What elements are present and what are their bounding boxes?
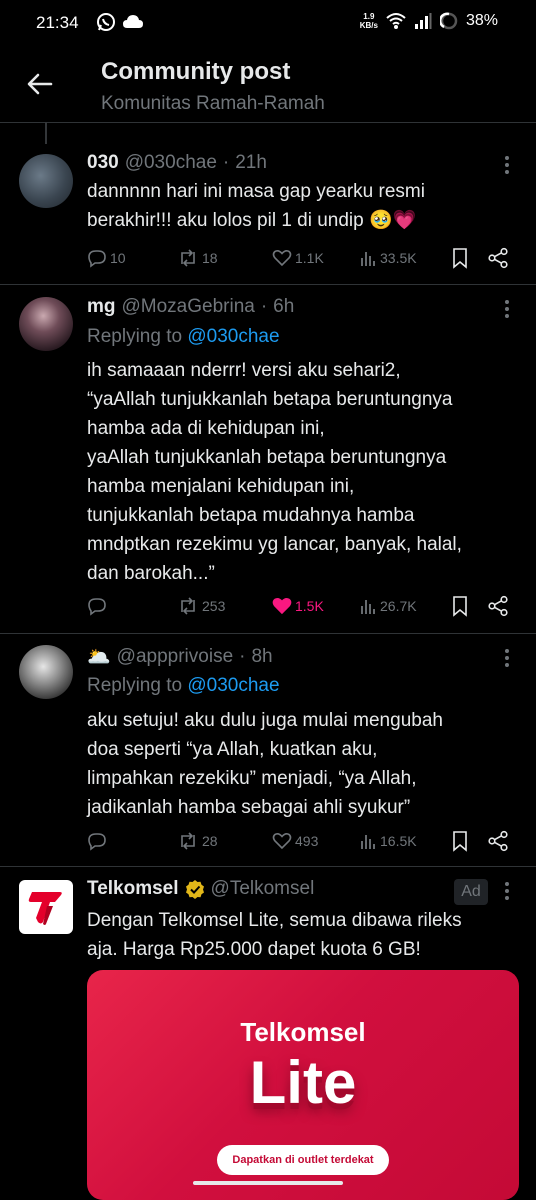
like-button[interactable]: 493 bbox=[272, 829, 318, 853]
like-icon bbox=[272, 833, 292, 850]
author-handle[interactable]: @appprivoise bbox=[117, 646, 233, 668]
post[interactable]: mg @MozaGebrina · 6h Replying to @030cha… bbox=[0, 284, 536, 633]
battery-ring-icon bbox=[439, 12, 458, 30]
post-actions: 10 18 1.1K 33.5K bbox=[87, 246, 517, 270]
like-icon bbox=[272, 598, 292, 615]
repost-icon bbox=[181, 832, 195, 850]
post-text: Dengan Telkomsel Lite, semua dibawa rile… bbox=[87, 910, 462, 960]
ad-media-card[interactable]: Telkomsel Lite Dapatkan di outlet terdek… bbox=[87, 970, 519, 1200]
more-icon[interactable] bbox=[504, 299, 510, 319]
more-icon[interactable] bbox=[504, 155, 510, 175]
author-name[interactable]: Telkomsel bbox=[87, 878, 179, 900]
header-divider bbox=[0, 122, 536, 123]
reply-button[interactable] bbox=[87, 594, 110, 618]
avatar[interactable] bbox=[19, 297, 73, 351]
author-name[interactable]: 030 bbox=[87, 152, 119, 174]
repost-button[interactable]: 253 bbox=[177, 594, 225, 618]
replying-to: Replying to @030chae bbox=[87, 675, 280, 696]
views-button[interactable]: 16.5K bbox=[359, 829, 417, 853]
battery-percent: 38% bbox=[465, 12, 498, 29]
reply-button[interactable] bbox=[87, 829, 110, 853]
post-time[interactable]: 6h bbox=[273, 296, 294, 318]
reply-icon bbox=[88, 833, 106, 851]
mention-link[interactable]: @030chae bbox=[187, 675, 279, 696]
mention-link[interactable]: @030chae bbox=[187, 326, 279, 347]
views-button[interactable]: 26.7K bbox=[359, 594, 417, 618]
network-speed: 1.9 KB/s bbox=[359, 12, 378, 30]
views-button[interactable]: 33.5K bbox=[359, 246, 417, 270]
more-icon[interactable] bbox=[504, 648, 510, 668]
ad-badge: Ad bbox=[454, 879, 488, 905]
more-icon[interactable] bbox=[504, 881, 510, 901]
repost-button[interactable]: 18 bbox=[177, 246, 218, 270]
status-time: 21:34 bbox=[36, 13, 79, 32]
replying-to: Replying to @030chae bbox=[87, 326, 280, 347]
views-icon bbox=[361, 600, 375, 614]
post-text: aku setuju! aku dulu juga mulai mengubah… bbox=[87, 710, 443, 818]
author-name[interactable]: mg bbox=[87, 296, 116, 318]
top-app-bar: Community post Komunitas Ramah-Ramah bbox=[0, 46, 536, 122]
signal-icon bbox=[414, 13, 432, 29]
post-text: dannnnn hari ini masa gap yearku resmi b… bbox=[87, 181, 425, 231]
wifi-icon bbox=[386, 13, 406, 29]
post[interactable]: 030 @030chae · 21h dannnnn hari ini masa… bbox=[0, 144, 536, 284]
back-arrow-icon[interactable] bbox=[24, 68, 56, 100]
reply-button[interactable]: 10 bbox=[87, 246, 126, 270]
views-icon bbox=[361, 252, 375, 266]
verified-icon bbox=[185, 880, 204, 899]
post-time[interactable]: 8h bbox=[251, 646, 272, 668]
card-cta: Dapatkan di outlet terdekat bbox=[217, 1145, 389, 1175]
whatsapp-icon bbox=[97, 13, 115, 31]
avatar[interactable] bbox=[19, 154, 73, 208]
status-bar: 21:34 1.9 KB/s 38% bbox=[0, 0, 536, 46]
home-indicator[interactable] bbox=[193, 1181, 343, 1185]
cloud-icon bbox=[123, 15, 143, 28]
repost-icon bbox=[181, 597, 195, 615]
post-actions: 253 1.5K 26.7K bbox=[87, 594, 517, 618]
views-icon bbox=[361, 835, 375, 849]
share-icon[interactable] bbox=[487, 594, 509, 618]
post-text: ih samaaan nderrr! versi aku sehari2, “y… bbox=[87, 360, 462, 584]
post[interactable]: 🌥️ @appprivoise · 8h Replying to @030cha… bbox=[0, 633, 536, 866]
post-actions: 28 493 16.5K bbox=[87, 829, 517, 853]
like-icon bbox=[272, 250, 292, 267]
thread-connector bbox=[45, 122, 47, 144]
bookmark-icon[interactable] bbox=[450, 246, 470, 270]
bookmark-icon[interactable] bbox=[450, 829, 470, 853]
share-icon[interactable] bbox=[487, 246, 509, 270]
share-icon[interactable] bbox=[487, 829, 509, 853]
repost-icon bbox=[181, 249, 195, 267]
author-handle[interactable]: @030chae bbox=[125, 152, 217, 174]
avatar[interactable] bbox=[19, 880, 73, 934]
bookmark-icon[interactable] bbox=[450, 594, 470, 618]
author-handle[interactable]: @Telkomsel bbox=[211, 878, 315, 900]
author-handle[interactable]: @MozaGebrina bbox=[122, 296, 255, 318]
card-brand: Telkomsel bbox=[240, 1017, 366, 1047]
page-title: Community post bbox=[101, 58, 291, 85]
telkomsel-logo-icon bbox=[28, 892, 62, 925]
card-product: Lite bbox=[249, 1049, 357, 1116]
repost-button[interactable]: 28 bbox=[177, 829, 218, 853]
reply-icon bbox=[88, 598, 106, 616]
like-button[interactable]: 1.5K bbox=[272, 594, 324, 618]
reply-icon bbox=[88, 250, 106, 268]
like-button[interactable]: 1.1K bbox=[272, 246, 324, 270]
post-time[interactable]: 21h bbox=[235, 152, 267, 174]
avatar[interactable] bbox=[19, 645, 73, 699]
author-name[interactable]: 🌥️ bbox=[87, 645, 111, 669]
community-name[interactable]: Komunitas Ramah-Ramah bbox=[101, 93, 325, 115]
